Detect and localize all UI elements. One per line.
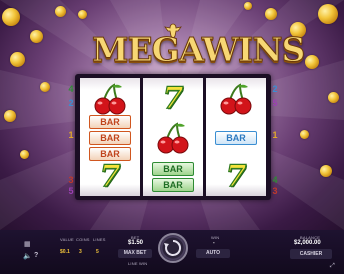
bar-label: BAR [89, 130, 131, 145]
payline-number-4: 4 [272, 175, 278, 185]
cashier-button[interactable]: CASHIER [290, 249, 332, 259]
coins-label: COINS [76, 237, 90, 242]
payline-number-1: 1 [68, 130, 74, 140]
coin-decoration [305, 55, 319, 69]
cherries-icon [157, 121, 189, 153]
cherries-icon [220, 82, 252, 114]
coins-value[interactable]: 3 [79, 249, 82, 255]
coin-decoration [244, 2, 252, 10]
symbol-cherries [143, 118, 203, 157]
bar-label: BAR [152, 161, 194, 176]
game-logo: MEGAWINS [92, 22, 306, 72]
payline-number-2: 2 [68, 98, 74, 108]
symbol-seven: 7 [206, 157, 266, 196]
auto-button[interactable]: AUTO [196, 249, 230, 258]
payline-number-5: 5 [68, 186, 74, 196]
symbol-bar-blue: BAR [206, 118, 266, 157]
value-label: VALUE [60, 237, 74, 242]
symbol-cherries [80, 79, 140, 118]
payline-number-3: 3 [68, 175, 74, 185]
balance-value: $2,000.00 [294, 240, 321, 246]
coin-decoration [318, 4, 338, 24]
coin-decoration [2, 8, 20, 26]
symbol-bar-bar-bar: BAR BAR BAR [80, 114, 140, 161]
sound-icon[interactable]: 🔈 [23, 252, 32, 260]
coin-decoration [320, 165, 332, 177]
cherries-icon [94, 82, 126, 114]
bar-label: BAR [89, 114, 131, 129]
coin-decoration [10, 52, 25, 67]
coin-decoration [328, 92, 339, 103]
coin-decoration [20, 150, 29, 159]
symbol-seven: 7 [80, 157, 140, 196]
game-background: MEGAWINS 4 2 1 3 5 2 5 1 4 3 BAR BAR BAR 7 7 BAR BAR BAR 7 [0, 0, 344, 230]
payline-number-4: 4 [68, 84, 74, 94]
logo-text: MEGAWINS [92, 30, 306, 70]
coin-decoration [78, 10, 87, 19]
reel-1: BAR BAR BAR 7 [80, 78, 140, 196]
reel-2: 7 BAR BAR [143, 78, 203, 196]
symbol-cherries [206, 79, 266, 118]
payline-number-2: 2 [272, 84, 278, 94]
coin-decoration [4, 110, 16, 122]
coin-decoration [300, 130, 309, 139]
reel-3: BAR 7 [206, 78, 266, 196]
seven-icon: 7 [162, 80, 184, 116]
payline-number-5: 5 [272, 98, 278, 108]
spin-button[interactable] [158, 233, 188, 263]
coin-decoration [40, 82, 50, 92]
bet-value: $1.50 [128, 240, 144, 246]
lines-label: LINES [93, 237, 106, 242]
symbol-seven: 7 [143, 79, 203, 118]
lines-value[interactable]: 5 [96, 249, 99, 255]
fullscreen-icon[interactable]: ⤢ [330, 263, 335, 270]
payline-number-1: 1 [272, 130, 278, 140]
win-value: - [213, 240, 215, 246]
help-icon[interactable]: ? [34, 252, 38, 259]
max-bet-button[interactable]: MAX BET [118, 249, 152, 258]
seven-icon: 7 [99, 158, 121, 194]
payline-number-3: 3 [272, 186, 278, 196]
coin-decoration [55, 6, 66, 17]
value-amount[interactable]: $0.1 [60, 249, 70, 255]
line-win-label: LINE WIN [128, 261, 148, 266]
menu-grid-icon[interactable]: ▦ [24, 240, 31, 248]
seven-icon: 7 [225, 158, 247, 194]
coin-decoration [30, 30, 43, 43]
bar-label: BAR [152, 177, 194, 192]
coin-decoration [265, 8, 277, 20]
spin-icon [164, 239, 182, 256]
symbol-bar-bar-green: BAR BAR [143, 157, 203, 196]
bar-label: BAR [215, 130, 257, 145]
